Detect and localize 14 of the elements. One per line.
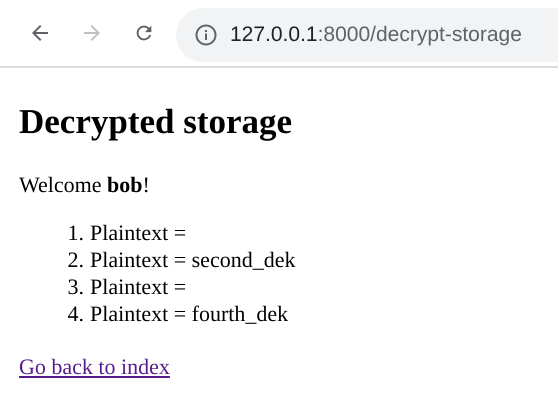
list-number: 1.	[66, 219, 84, 246]
list-item-text: Plaintext = fourth_dek	[90, 300, 288, 327]
list-number: 4.	[66, 300, 84, 327]
list-item-text: Plaintext = second_dek	[90, 246, 296, 273]
list-number: 3.	[66, 273, 84, 300]
page-heading: Decrypted storage	[19, 102, 294, 142]
address-bar[interactable]: 127.0.0.1:8000/decrypt-storage	[176, 8, 558, 62]
info-icon[interactable]	[194, 23, 218, 47]
list-item-text: Plaintext =	[90, 219, 186, 246]
list-item-text: Plaintext =	[90, 273, 186, 300]
welcome-text: Welcome bob!	[19, 172, 151, 198]
back-link[interactable]: Go back to index	[19, 354, 170, 380]
list-number: 2.	[66, 246, 84, 273]
url-text: 127.0.0.1:8000/decrypt-storage	[230, 22, 522, 48]
